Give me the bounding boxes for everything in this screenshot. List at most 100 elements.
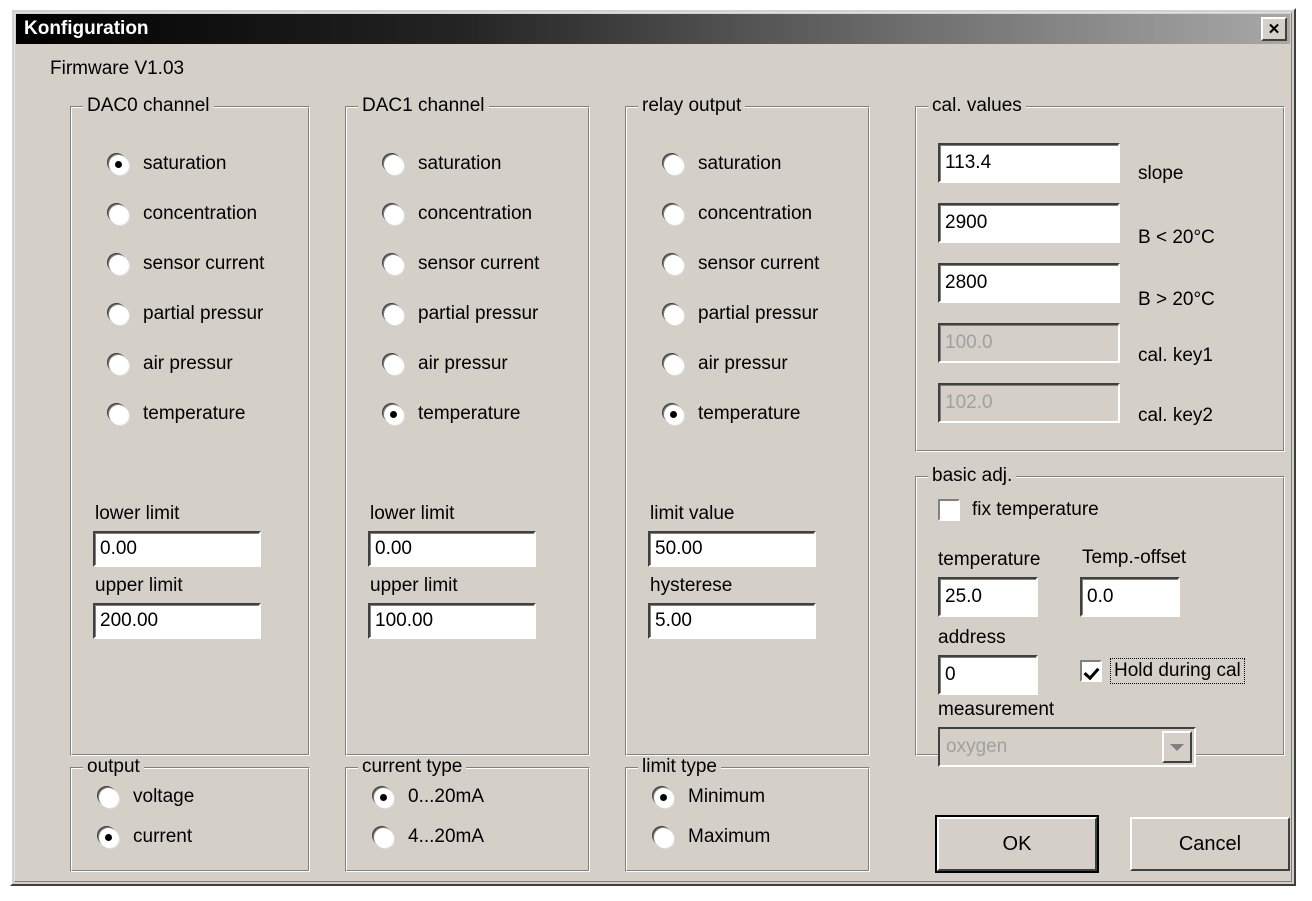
radio-label: temperature xyxy=(143,403,246,424)
radio-relay-saturation[interactable]: saturation xyxy=(664,153,781,175)
input-relay-limit-value[interactable]: 50.00 xyxy=(648,531,816,567)
radio-indicator xyxy=(109,254,128,274)
label-cal-key2: cal. key2 xyxy=(1138,405,1213,426)
select-value: oxygen xyxy=(946,736,1008,757)
label-measurement: measurement xyxy=(938,699,1055,720)
label-dac1-upper-limit: upper limit xyxy=(370,575,458,596)
field-value: 25.0 xyxy=(945,586,982,607)
radio-output-voltage[interactable]: voltage xyxy=(99,786,194,808)
radio-label: 4...20mA xyxy=(408,826,485,847)
field-value: 113.4 xyxy=(945,152,992,173)
label-cal-b-above-20: B > 20°C xyxy=(1138,289,1215,310)
radio-current-type-4-20ma[interactable]: 4...20mA xyxy=(374,826,484,848)
radio-label: partial pressur xyxy=(418,303,539,324)
radio-indicator xyxy=(109,154,128,174)
radio-label: voltage xyxy=(133,786,195,807)
input-dac0-upper-limit[interactable]: 200.00 xyxy=(93,603,261,639)
input-dac0-lower-limit[interactable]: 0.00 xyxy=(93,531,261,567)
cancel-button[interactable]: Cancel xyxy=(1130,817,1290,871)
radio-indicator xyxy=(109,204,128,224)
radio-current-type-0-20ma[interactable]: 0...20mA xyxy=(374,786,484,808)
radio-limit-type-minimum[interactable]: Minimum xyxy=(654,786,765,808)
radio-relay-partial-pressur[interactable]: partial pressur xyxy=(664,303,818,325)
radio-dac1-temperature[interactable]: temperature xyxy=(384,403,520,425)
radio-dac1-concentration[interactable]: concentration xyxy=(384,203,532,225)
input-address[interactable]: 0 xyxy=(938,655,1038,695)
radio-label: saturation xyxy=(418,153,502,174)
radio-dac0-partial-pressur[interactable]: partial pressur xyxy=(109,303,263,325)
radio-label: sensor current xyxy=(143,253,265,274)
configuration-dialog: Konfiguration ✕ Firmware V1.03 DAC0 chan… xyxy=(10,8,1296,886)
field-value: 102.0 xyxy=(945,392,993,413)
group-label-dac0: DAC0 channel xyxy=(83,95,214,117)
radio-dac1-air-pressur[interactable]: air pressur xyxy=(384,353,508,375)
radio-label: sensor current xyxy=(418,253,540,274)
radio-relay-concentration[interactable]: concentration xyxy=(664,203,812,225)
label-cal-b-below-20: B < 20°C xyxy=(1138,227,1215,248)
radio-label: partial pressur xyxy=(143,303,264,324)
close-icon[interactable]: ✕ xyxy=(1261,17,1287,41)
checkbox-label: fix temperature xyxy=(972,499,1099,520)
group-dac0-channel: DAC0 channel saturation concentration se… xyxy=(70,95,310,756)
field-value: 0 xyxy=(945,664,956,685)
input-cal-slope[interactable]: 113.4 xyxy=(938,143,1120,183)
checkbox-indicator xyxy=(938,499,960,521)
radio-dac0-air-pressur[interactable]: air pressur xyxy=(109,353,233,375)
input-temperature[interactable]: 25.0 xyxy=(938,577,1038,617)
radio-indicator xyxy=(374,787,393,807)
radio-dac1-sensor-current[interactable]: sensor current xyxy=(384,253,539,275)
checkbox-hold-during-cal[interactable]: Hold during cal xyxy=(1080,658,1245,684)
radio-dac0-concentration[interactable]: concentration xyxy=(109,203,257,225)
radio-dac0-temperature[interactable]: temperature xyxy=(109,403,245,425)
radio-label: Minimum xyxy=(688,786,766,807)
group-dac1-channel: DAC1 channel saturation concentration se… xyxy=(345,95,590,756)
radio-relay-sensor-current[interactable]: sensor current xyxy=(664,253,819,275)
radio-dac0-sensor-current[interactable]: sensor current xyxy=(109,253,264,275)
checkbox-indicator xyxy=(1080,660,1102,682)
input-cal-b-below-20[interactable]: 2900 xyxy=(938,203,1120,243)
radio-label: saturation xyxy=(143,153,227,174)
radio-indicator xyxy=(664,304,683,324)
title-bar[interactable]: Konfiguration ✕ xyxy=(16,14,1290,44)
input-temp-offset[interactable]: 0.0 xyxy=(1080,577,1180,617)
radio-dac1-partial-pressur[interactable]: partial pressur xyxy=(384,303,538,325)
firmware-version-label: Firmware V1.03 xyxy=(50,58,185,79)
radio-indicator xyxy=(664,354,683,374)
radio-indicator xyxy=(99,827,118,847)
label-cal-key1: cal. key1 xyxy=(1138,345,1213,366)
group-label-limit-type: limit type xyxy=(638,756,721,778)
input-dac1-lower-limit[interactable]: 0.00 xyxy=(368,531,536,567)
checkbox-label: Hold during cal xyxy=(1110,658,1245,684)
label-temp-offset: Temp.-offset xyxy=(1082,547,1187,568)
ok-button[interactable]: OK xyxy=(935,815,1099,873)
radio-indicator xyxy=(384,404,403,424)
radio-output-current[interactable]: current xyxy=(99,826,192,848)
radio-indicator xyxy=(664,204,683,224)
checkbox-fix-temperature[interactable]: fix temperature xyxy=(938,499,1099,521)
label-address: address xyxy=(938,627,1006,648)
chevron-down-icon[interactable] xyxy=(1162,731,1192,763)
radio-indicator xyxy=(664,154,683,174)
radio-indicator xyxy=(384,354,403,374)
input-cal-key2: 102.0 xyxy=(938,383,1120,423)
radio-limit-type-maximum[interactable]: Maximum xyxy=(654,826,770,848)
field-value: 5.00 xyxy=(655,610,692,631)
select-measurement[interactable]: oxygen xyxy=(938,727,1196,767)
radio-label: temperature xyxy=(698,403,801,424)
input-relay-hysterese[interactable]: 5.00 xyxy=(648,603,816,639)
group-output: output voltage current xyxy=(70,756,310,872)
radio-relay-temperature[interactable]: temperature xyxy=(664,403,800,425)
field-value: 50.00 xyxy=(655,538,703,559)
group-label-current-type: current type xyxy=(358,756,467,778)
radio-label: air pressur xyxy=(698,353,788,374)
label-dac1-lower-limit: lower limit xyxy=(370,503,455,524)
radio-dac0-saturation[interactable]: saturation xyxy=(109,153,226,175)
label-dac0-upper-limit: upper limit xyxy=(95,575,183,596)
radio-indicator xyxy=(664,254,683,274)
radio-relay-air-pressur[interactable]: air pressur xyxy=(664,353,788,375)
radio-dac1-saturation[interactable]: saturation xyxy=(384,153,501,175)
input-dac1-upper-limit[interactable]: 100.00 xyxy=(368,603,536,639)
input-cal-b-above-20[interactable]: 2800 xyxy=(938,263,1120,303)
label-temperature: temperature xyxy=(938,549,1041,570)
label-relay-limit-value: limit value xyxy=(650,503,735,524)
